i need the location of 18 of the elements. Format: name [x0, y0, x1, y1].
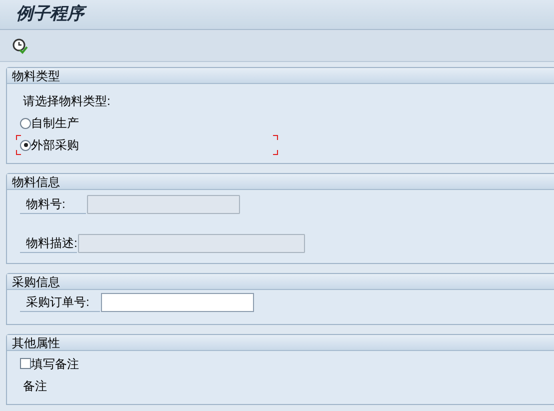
- group-title: 其他属性: [12, 336, 60, 348]
- clock-check-icon: [12, 38, 28, 54]
- field-label: 采购订单号:: [20, 293, 100, 312]
- label-text: 请选择物料类型:: [22, 92, 110, 110]
- radio-button[interactable]: [20, 140, 31, 150]
- group-title: 采购信息: [12, 276, 60, 288]
- group-title: 物料信息: [12, 176, 60, 188]
- input-field[interactable]: [101, 293, 254, 312]
- radio-label[interactable]: 自制生产: [31, 114, 79, 132]
- checkbox[interactable]: [20, 358, 31, 369]
- radio-label[interactable]: 外部采购: [31, 136, 79, 154]
- group-title: 物料类型: [12, 70, 60, 82]
- field-label: 物料描述:: [20, 234, 78, 253]
- execute-button[interactable]: [11, 36, 29, 54]
- checkbox-label[interactable]: 填写备注: [31, 354, 79, 372]
- radio-button[interactable]: [20, 118, 31, 128]
- field-label: 物料号:: [20, 195, 86, 214]
- label-text: 备注: [22, 378, 47, 394]
